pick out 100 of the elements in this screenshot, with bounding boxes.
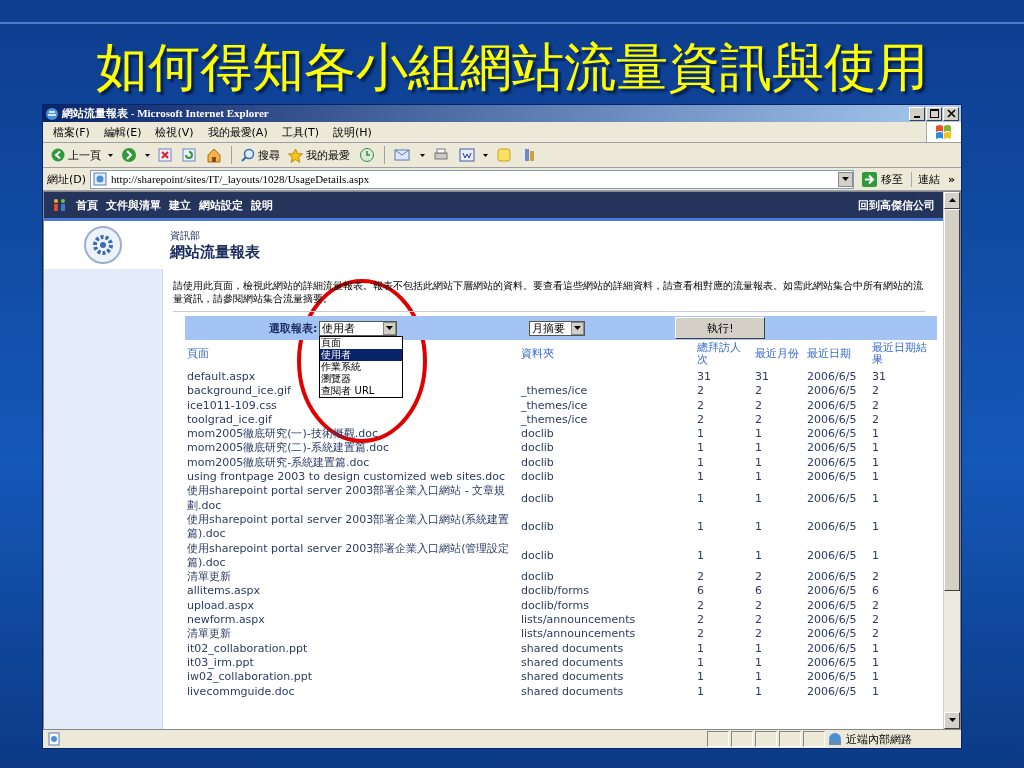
menu-item[interactable]: 說明(H)	[333, 124, 372, 140]
table-cell: mom2005徹底研究-系統建置篇.doc	[187, 455, 370, 469]
menu-item[interactable]: 檢視(V)	[155, 124, 194, 140]
forward-icon[interactable]	[121, 147, 137, 163]
table-cell: shared documents	[521, 670, 624, 684]
home-site-link[interactable]: 回到高傑信公司	[858, 197, 935, 213]
dropdown-arrow-icon	[574, 325, 582, 331]
nav-link[interactable]: 網站設定	[199, 197, 243, 213]
table-cell: 2006/6/5	[807, 520, 857, 534]
back-button[interactable]: 上一頁	[49, 147, 103, 163]
scroll-down-icon[interactable]	[948, 718, 956, 723]
table-cell: _themes/ice	[521, 412, 588, 426]
links-button[interactable]: 連結	[910, 171, 944, 187]
stop-icon[interactable]	[158, 148, 172, 162]
minimize-button[interactable]	[909, 106, 925, 121]
dropdown-option[interactable]: 瀏覽器	[320, 372, 403, 385]
table-cell: 2	[755, 627, 762, 641]
table-cell: 1	[872, 427, 879, 441]
table-cell: it03_irm.ppt	[187, 655, 254, 669]
go-arrow-icon	[861, 171, 877, 187]
table-cell: 2	[697, 613, 704, 627]
table-cell: 31	[872, 370, 886, 383]
table-cell: doclib	[521, 427, 554, 441]
table-cell: 1	[755, 670, 762, 684]
table-cell: 31	[755, 370, 769, 383]
table-cell: 2006/6/5	[807, 398, 857, 412]
search-icon	[240, 147, 255, 163]
table-cell: 1	[755, 641, 762, 655]
table-cell: 1	[697, 641, 704, 655]
nav-link[interactable]: 首頁	[76, 197, 98, 213]
table-cell: 1	[872, 455, 879, 469]
table-cell: 1	[755, 548, 762, 562]
nav-link[interactable]: 說明	[251, 197, 273, 213]
table-cell: 2006/6/5	[807, 441, 857, 455]
table-cell: 2006/6/5	[807, 548, 857, 562]
table-cell: 2	[872, 398, 879, 412]
table-cell: 2	[755, 384, 762, 398]
vertical-scrollbar[interactable]	[943, 192, 960, 729]
more-chevron[interactable]: »	[947, 172, 957, 186]
menu-item[interactable]: 工具(T)	[281, 124, 319, 140]
period-select[interactable]: 月摘要	[529, 320, 586, 336]
menu-item[interactable]: 檔案(F)	[53, 124, 90, 140]
scroll-up-icon[interactable]	[948, 198, 956, 203]
table-cell: 1	[872, 548, 879, 562]
table-cell: livecommguide.doc	[187, 684, 295, 698]
report-select[interactable]: 使用者	[319, 320, 398, 336]
window-title: 網站流量報表 - Microsoft Internet Explorer	[62, 106, 269, 121]
maximize-icon	[929, 109, 939, 118]
menu-item[interactable]: 我的最愛(A)	[207, 124, 268, 140]
history-icon[interactable]	[359, 147, 375, 163]
table-cell: 2	[697, 598, 704, 612]
table-cell: 2006/6/5	[807, 670, 857, 684]
dropdown-option[interactable]: 使用者	[320, 348, 403, 361]
site-name[interactable]: 資訊部	[170, 228, 260, 243]
run-button[interactable]: 執行!	[675, 317, 766, 339]
table-cell: 2	[697, 570, 704, 584]
table-cell: 1	[697, 441, 704, 455]
table-cell: 2006/6/5	[807, 655, 857, 669]
table-cell: 1	[755, 491, 762, 505]
mail-icon[interactable]	[394, 147, 412, 163]
refresh-icon[interactable]	[182, 148, 196, 162]
menu-item[interactable]: 編輯(E)	[103, 124, 142, 140]
go-button[interactable]: 移至	[857, 171, 907, 187]
dropdown-option[interactable]: 查閱者 URL	[320, 384, 403, 397]
nav-link[interactable]: 文件與清單	[106, 197, 161, 213]
page-icon	[93, 172, 108, 186]
home-icon[interactable]	[206, 147, 222, 163]
nav-link[interactable]: 建立	[169, 197, 191, 213]
table-cell: 1	[697, 427, 704, 441]
table-cell: 1	[872, 470, 879, 484]
printer-icon[interactable]	[433, 147, 449, 163]
column-header[interactable]: 資料夾	[521, 348, 554, 360]
column-header[interactable]: 最近日期結果	[872, 342, 935, 366]
table-cell: toolgrad_ice.gif	[187, 412, 272, 426]
dropdown-option[interactable]: 作業系統	[320, 360, 403, 373]
table-cell: 2006/6/5	[807, 370, 857, 383]
table-cell: 使用sharepoint portal server 2003部署企業入口網站(系統建置篇).doc	[187, 512, 510, 541]
column-header[interactable]: 最近日期	[807, 348, 851, 360]
table-cell: 1	[872, 441, 879, 455]
table-cell: 1	[872, 655, 879, 669]
search-button[interactable]: 搜尋	[238, 147, 282, 163]
column-header[interactable]: 總拜訪人次	[697, 342, 751, 366]
maximize-button[interactable]	[926, 106, 942, 121]
address-field[interactable]: http://sharepoint/sites/IT/_layouts/1028/UsageDetails.aspx	[90, 169, 854, 189]
table-cell: 1	[872, 641, 879, 655]
table-cell: 使用sharepoint portal server 2003部署企業入口網站(管理設定篇).doc	[187, 541, 510, 569]
table-cell: shared documents	[521, 655, 624, 669]
close-button[interactable]	[943, 106, 959, 121]
star-icon	[288, 147, 303, 163]
dropdown-option[interactable]: 頁面	[320, 336, 403, 349]
page-title: 網站流量報表	[170, 242, 260, 262]
table-cell: doclib	[521, 570, 554, 584]
table-cell: doclib	[521, 548, 554, 562]
column-header[interactable]: 頁面	[187, 348, 209, 360]
table-cell: 清單更新	[187, 627, 231, 641]
favorites-button[interactable]: 我的最愛	[286, 147, 352, 163]
table-cell: 1	[755, 520, 762, 534]
document-edit-icon[interactable]	[459, 147, 475, 163]
column-header[interactable]: 最近月份	[755, 348, 799, 360]
dropdown-arrow-icon	[386, 325, 394, 331]
